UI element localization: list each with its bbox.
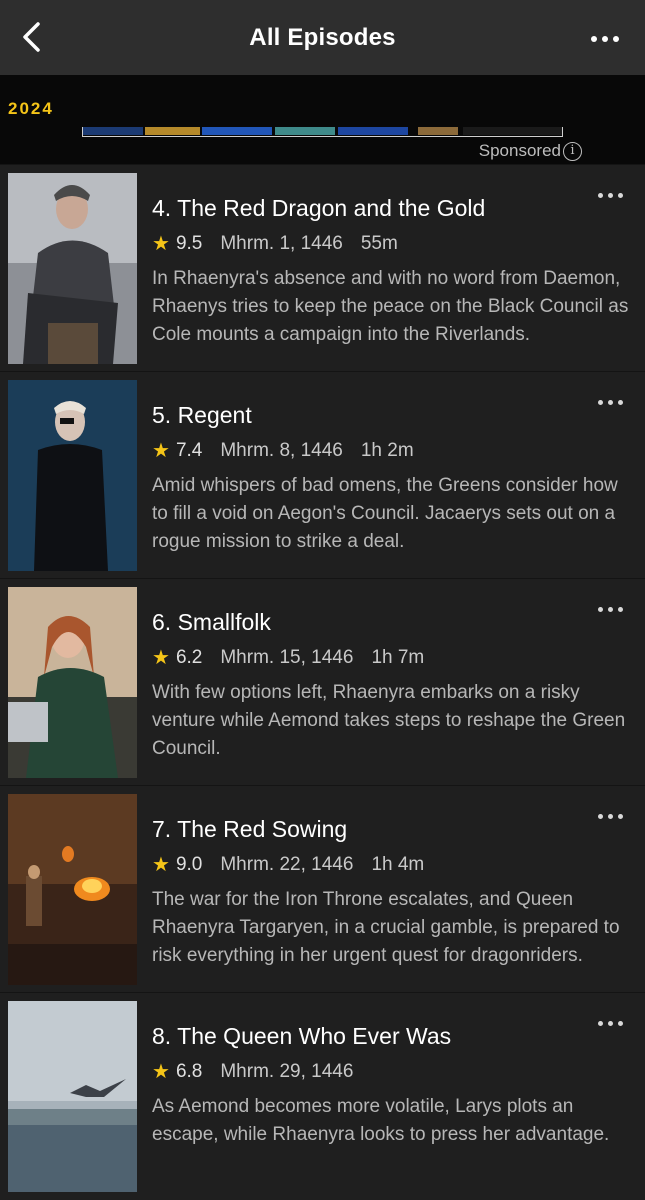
episode-row[interactable]: 5. Regent ★ 7.4 Mhrm. 8, 1446 1h 2m Amid…: [0, 371, 645, 578]
episode-row[interactable]: 4. The Red Dragon and the Gold ★ 9.5 Mhr…: [0, 164, 645, 371]
episode-title[interactable]: 6. Smallfolk: [152, 609, 271, 636]
episode-thumbnail[interactable]: [8, 587, 137, 778]
episode-rating: 9.0: [175, 854, 203, 875]
year-label: 2024: [8, 99, 54, 118]
episode-meta: ★ 6.8 Mhrm. 29, 1446: [152, 1061, 371, 1083]
more-dot: [617, 192, 623, 198]
chevron-left-icon: [23, 22, 40, 52]
more-dot: [607, 1020, 613, 1026]
sponsored-label: Sponsored: [478, 141, 561, 160]
episode-air-date: Mhrm. 15, 1446: [220, 647, 354, 668]
top-bar: All Episodes: [0, 0, 645, 75]
episode-row[interactable]: 7. The Red Sowing ★ 9.0 Mhrm. 22, 1446 1…: [0, 785, 645, 992]
episode-more-button[interactable]: [593, 808, 627, 824]
more-horizontal-icon: [597, 399, 603, 405]
more-horizontal-icon: [597, 606, 603, 612]
episode-air-date: Mhrm. 29, 1446: [220, 1061, 354, 1082]
more-horizontal-icon: [597, 1020, 603, 1026]
more-dot: [613, 36, 619, 42]
more-dot: [617, 606, 623, 612]
episode-description: The war for the Iron Throne escalates, a…: [152, 889, 620, 966]
info-icon[interactable]: i: [563, 142, 582, 161]
page-title: All Episodes: [249, 23, 396, 51]
episode-title[interactable]: 5. Regent: [152, 402, 252, 429]
more-dot: [607, 192, 613, 198]
episode-meta: ★ 9.5 Mhrm. 1, 1446 55m: [152, 233, 398, 255]
more-options-button[interactable]: [587, 24, 623, 54]
more-dot: [617, 1020, 623, 1026]
episode-meta: ★ 6.2 Mhrm. 15, 1446 1h 7m: [152, 647, 424, 669]
more-dot: [607, 813, 613, 819]
episode-runtime: 55m: [360, 233, 398, 254]
more-dot: [607, 606, 613, 612]
star-icon: ★: [152, 1061, 170, 1083]
more-dot: [617, 399, 623, 405]
episode-more-button[interactable]: [593, 601, 627, 617]
episode-rating: 6.2: [175, 647, 203, 668]
episode-title[interactable]: 7. The Red Sowing: [152, 816, 347, 843]
more-horizontal-icon: [591, 36, 597, 42]
ad-banner[interactable]: [82, 127, 563, 137]
episode-rating: 7.4: [175, 440, 203, 461]
episode-description: Amid whispers of bad omens, the Greens c…: [152, 475, 618, 552]
episode-description: As Aemond becomes more volatile, Larys p…: [152, 1096, 610, 1145]
star-icon: ★: [152, 854, 170, 876]
episode-row[interactable]: 6. Smallfolk ★ 6.2 Mhrm. 15, 1446 1h 7m …: [0, 578, 645, 785]
episode-meta: ★ 9.0 Mhrm. 22, 1446 1h 4m: [152, 854, 424, 876]
more-horizontal-icon: [597, 813, 603, 819]
star-icon: ★: [152, 647, 170, 669]
episode-title[interactable]: 8. The Queen Who Ever Was: [152, 1023, 451, 1050]
episode-more-button[interactable]: [593, 1015, 627, 1031]
episode-thumbnail[interactable]: [8, 380, 137, 571]
back-button[interactable]: [14, 20, 48, 54]
star-icon: ★: [152, 440, 170, 462]
episode-more-button[interactable]: [593, 394, 627, 410]
episode-description: With few options left, Rhaenyra embarks …: [152, 682, 626, 759]
sponsored-ad-area: 2024 Sponsored i: [0, 75, 645, 164]
episode-thumbnail[interactable]: [8, 1001, 137, 1192]
episode-rating: 9.5: [175, 233, 203, 254]
episode-air-date: Mhrm. 1, 1446: [220, 233, 343, 254]
more-dot: [617, 813, 623, 819]
star-icon: ★: [152, 233, 170, 255]
episode-description: In Rhaenyra's absence and with no word f…: [152, 268, 629, 345]
episode-runtime: 1h 4m: [371, 854, 425, 875]
episode-air-date: Mhrm. 22, 1446: [220, 854, 354, 875]
episode-runtime: 1h 7m: [371, 647, 425, 668]
episode-runtime: 1h 2m: [360, 440, 414, 461]
more-dot: [602, 36, 608, 42]
episode-title[interactable]: 4. The Red Dragon and the Gold: [152, 195, 485, 222]
episode-air-date: Mhrm. 8, 1446: [220, 440, 343, 461]
episode-thumbnail[interactable]: [8, 794, 137, 985]
episode-row[interactable]: 8. The Queen Who Ever Was ★ 6.8 Mhrm. 29…: [0, 992, 645, 1199]
episode-meta: ★ 7.4 Mhrm. 8, 1446 1h 2m: [152, 440, 414, 462]
more-horizontal-icon: [597, 192, 603, 198]
more-dot: [607, 399, 613, 405]
episode-thumbnail[interactable]: [8, 173, 137, 364]
episode-more-button[interactable]: [593, 187, 627, 203]
episode-rating: 6.8: [175, 1061, 203, 1082]
